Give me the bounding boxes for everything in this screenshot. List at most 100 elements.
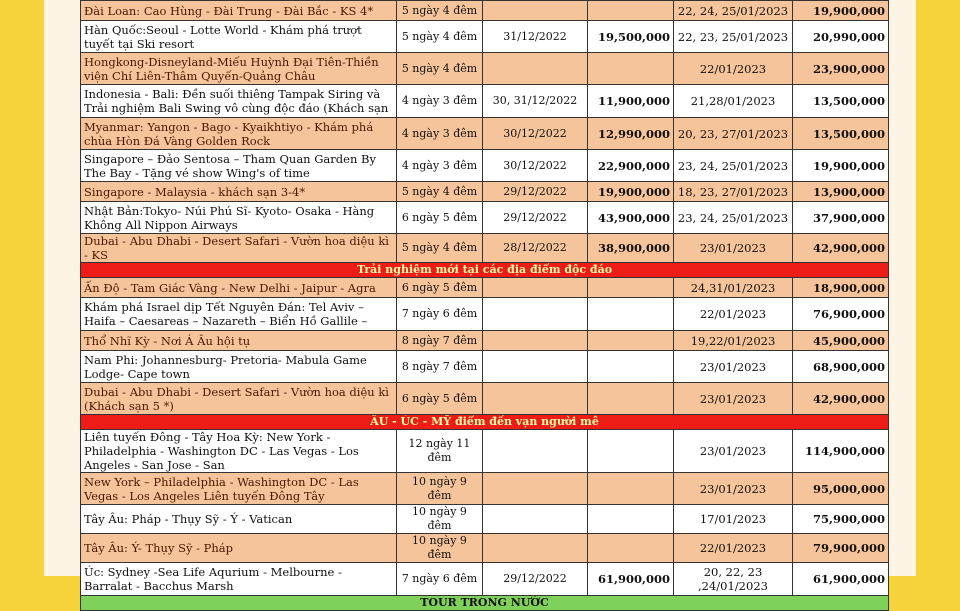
duration-cell: 5 ngày 4 đêm xyxy=(396,52,483,85)
promo-date-cell xyxy=(482,330,588,351)
tour-name-cell: Thổ Nhĩ Kỳ - Nơi Á Âu hội tụ xyxy=(80,330,397,351)
table-row: Myanmar: Yangon - Bago - Kyaikhtiyo - Kh… xyxy=(80,117,889,150)
table-row: Dubai - Abu Dhabi - Desert Safari - Vườn… xyxy=(80,382,889,415)
promo-price-cell xyxy=(587,297,674,331)
tour-name-cell: Nhật Bản:Tokyo- Núi Phú Sĩ- Kyoto- Osaka… xyxy=(80,201,397,234)
departure-date-cell: 20, 22, 23 ,24/01/2023 xyxy=(673,562,793,596)
table-row: Thổ Nhĩ Kỳ - Nơi Á Âu hội tụ 8 ngày 7 đêm… xyxy=(80,330,889,351)
table-row: Hongkong-Disneyland-Miếu Huỳnh Đại Tiên-… xyxy=(80,52,889,85)
departure-date-cell: 24,31/01/2023 xyxy=(673,277,793,298)
promo-date-cell: 31/12/2022 xyxy=(482,20,588,53)
duration-cell: 5 ngày 4 đêm xyxy=(396,0,483,21)
promo-price-cell: 19,500,000 xyxy=(587,20,674,53)
promo-price-cell: 61,900,000 xyxy=(587,562,674,596)
departure-date-cell: 22/01/2023 xyxy=(673,52,793,85)
section-header: ÂU - ÚC - MỸ điểm đến vạn người mê xyxy=(80,414,889,430)
table-row: Nam Phi: Johannesburg- Pretoria- Mabula … xyxy=(80,350,889,383)
tour-name-cell: Tây Âu: Ý- Thụy Sỹ - Pháp xyxy=(80,533,397,563)
duration-cell: 4 ngày 3 đêm xyxy=(396,84,483,118)
table-row: Dubai - Abu Dhabi - Desert Safari - Vườn… xyxy=(80,233,889,263)
departure-date-cell: 20, 23, 27/01/2023 xyxy=(673,117,793,150)
section-header: Trải nghiệm mới tại các địa điểm độc đáo xyxy=(80,262,889,278)
promo-date-cell xyxy=(482,277,588,298)
promo-price-cell xyxy=(587,533,674,563)
tour-name-cell: Úc: Sydney -Sea Life Aqurium - Melbourne… xyxy=(80,562,397,596)
promo-date-cell xyxy=(482,52,588,85)
departure-date-cell: 23/01/2023 xyxy=(673,472,793,505)
promo-price-cell: 19,900,000 xyxy=(587,181,674,202)
tour-name-cell: Myanmar: Yangon - Bago - Kyaikhtiyo - Kh… xyxy=(80,117,397,150)
tour-name-cell: Indonesia - Bali: Đền suối thiêng Tampak… xyxy=(80,84,397,118)
section-header: TOUR TRONG NƯỚC xyxy=(80,595,889,611)
duration-cell: 10 ngày 9 đêm xyxy=(396,472,483,505)
promo-date-cell: 29/12/2022 xyxy=(482,562,588,596)
promo-price-cell xyxy=(587,350,674,383)
promo-date-cell xyxy=(482,504,588,534)
promo-date-cell xyxy=(482,533,588,563)
price-cell: 18,900,000 xyxy=(792,277,889,298)
price-cell: 61,900,000 xyxy=(792,562,889,596)
price-cell: 37,900,000 xyxy=(792,201,889,234)
price-cell: 45,900,000 xyxy=(792,330,889,351)
promo-price-cell xyxy=(587,0,674,21)
table-row: Tây Âu: Ý- Thụy Sỹ - Pháp 10 ngày 9 đêm 22… xyxy=(80,533,889,563)
price-cell: 42,900,000 xyxy=(792,382,889,415)
duration-cell: 10 ngày 9 đêm xyxy=(396,504,483,534)
tour-name-cell: Hàn Quốc:Seoul - Lotte World - Khám phá … xyxy=(80,20,397,53)
promo-date-cell: 30/12/2022 xyxy=(482,149,588,182)
price-cell: 75,900,000 xyxy=(792,504,889,534)
duration-cell: 4 ngày 3 đêm xyxy=(396,117,483,150)
duration-cell: 8 ngày 7 đêm xyxy=(396,350,483,383)
price-cell: 79,900,000 xyxy=(792,533,889,563)
promo-date-cell xyxy=(482,350,588,383)
promo-price-cell: 12,990,000 xyxy=(587,117,674,150)
promo-date-cell: 30/12/2022 xyxy=(482,117,588,150)
price-cell: 68,900,000 xyxy=(792,350,889,383)
promo-price-cell xyxy=(587,277,674,298)
departure-date-cell: 23/01/2023 xyxy=(673,382,793,415)
price-cell: 13,900,000 xyxy=(792,181,889,202)
promo-price-cell: 22,900,000 xyxy=(587,149,674,182)
departure-date-cell: 22/01/2023 xyxy=(673,297,793,331)
duration-cell: 6 ngày 5 đêm xyxy=(396,201,483,234)
promo-price-cell: 43,900,000 xyxy=(587,201,674,234)
departure-date-cell: 22/01/2023 xyxy=(673,533,793,563)
duration-cell: 7 ngày 6 đêm xyxy=(396,562,483,596)
section-header-label: Trải nghiệm mới tại các địa điểm độc đáo xyxy=(80,262,889,278)
promo-date-cell xyxy=(482,429,588,473)
tour-name-cell: Dubai - Abu Dhabi - Desert Safari - Vườn… xyxy=(80,382,397,415)
tour-name-cell: Khám phá Israel dịp Tết Nguyên Đán: Tel … xyxy=(80,297,397,331)
departure-date-cell: 23, 24, 25/01/2023 xyxy=(673,149,793,182)
promo-date-cell xyxy=(482,382,588,415)
table-row: Khám phá Israel dịp Tết Nguyên Đán: Tel … xyxy=(80,297,889,331)
table-row: New York – Philadelphia - Washington DC … xyxy=(80,472,889,505)
departure-date-cell: 23/01/2023 xyxy=(673,350,793,383)
departure-date-cell: 22, 23, 25/01/2023 xyxy=(673,20,793,53)
tour-name-cell: Tây Âu: Pháp - Thụy Sỹ - Ý - Vatican xyxy=(80,504,397,534)
price-cell: 13,500,000 xyxy=(792,117,889,150)
duration-cell: 5 ngày 4 đêm xyxy=(396,233,483,263)
tour-name-cell: Đài Loan: Cao Hùng - Đài Trung - Đài Bắc… xyxy=(80,0,397,21)
promo-price-cell xyxy=(587,382,674,415)
tour-name-cell: Singapore – Đảo Sentosa – Tham Quan Gard… xyxy=(80,149,397,182)
departure-date-cell: 19,22/01/2023 xyxy=(673,330,793,351)
promo-price-cell: 38,900,000 xyxy=(587,233,674,263)
price-cell: 20,990,000 xyxy=(792,20,889,53)
table-row: Nhật Bản:Tokyo- Núi Phú Sĩ- Kyoto- Osaka… xyxy=(80,201,889,234)
price-cell: 114,900,000 xyxy=(792,429,889,473)
table-row: Ấn Độ - Tam Giác Vàng - New Delhi - Jaip… xyxy=(80,277,889,298)
promo-price-cell xyxy=(587,52,674,85)
section-header-label: TOUR TRONG NƯỚC xyxy=(80,595,889,611)
promo-price-cell xyxy=(587,429,674,473)
promo-date-cell xyxy=(482,297,588,331)
duration-cell: 5 ngày 4 đêm xyxy=(396,20,483,53)
departure-date-cell: 17/01/2023 xyxy=(673,504,793,534)
table-row: Singapore - Malaysia - khách sạn 3-4* 5 n… xyxy=(80,181,889,202)
departure-date-cell: 23, 24, 25/01/2023 xyxy=(673,201,793,234)
promo-price-cell: 11,900,000 xyxy=(587,84,674,118)
tour-price-table: Đài Loan: Cao Hùng - Đài Trung - Đài Bắc… xyxy=(80,0,889,611)
duration-cell: 8 ngày 7 đêm xyxy=(396,330,483,351)
duration-cell: 4 ngày 3 đêm xyxy=(396,149,483,182)
promo-date-cell xyxy=(482,472,588,505)
table-row: Singapore – Đảo Sentosa – Tham Quan Gard… xyxy=(80,149,889,182)
